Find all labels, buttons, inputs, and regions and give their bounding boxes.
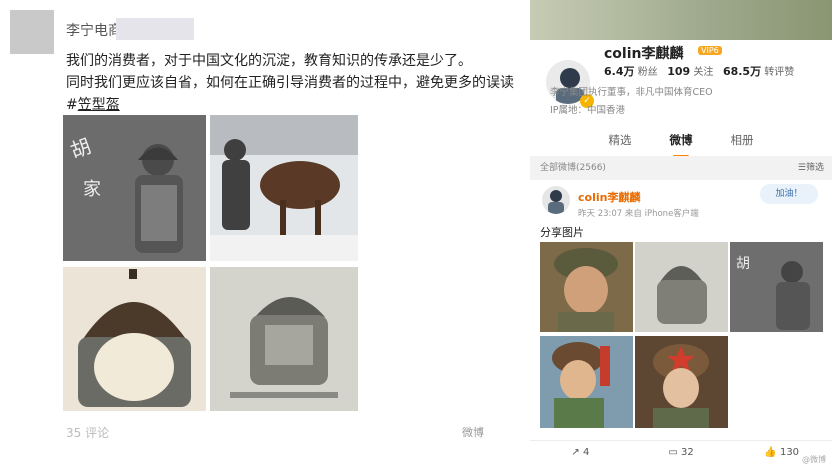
post-line-2: 同时我们更应该自省，如何在正确引导消费者的过程中，避免更多的误读 <box>66 75 514 91</box>
profile-card: ✓ colin李麒麟 VIP6 6.4万 粉丝 109 关注 68.5万 转评赞… <box>530 40 832 160</box>
comment-button[interactable]: ▭ 32 <box>631 441 732 467</box>
tab-weibo[interactable]: 微博 <box>670 126 693 160</box>
share-icon: ↗ <box>571 447 580 458</box>
post-sticker: 加油！ <box>760 184 818 204</box>
post-image-helmet-warrior-2[interactable]: 胡 <box>730 242 823 332</box>
post-image-soldier-smiling[interactable] <box>540 242 633 332</box>
stat-value-following[interactable]: 109 <box>667 65 690 78</box>
weibo-watermark-right: @微博 <box>802 455 826 464</box>
repost-button[interactable]: ↗ 4 <box>530 441 631 467</box>
stat-value-engagement: 68.5万 <box>722 65 762 78</box>
filter-icon: ☰ <box>797 163 806 173</box>
post-image-horse-warrior[interactable] <box>210 115 358 261</box>
post-action-bar: ↗ 4 ▭ 32 👍 130 <box>530 440 832 467</box>
post-image-helmet-warrior-1[interactable]: 胡 家 <box>63 115 206 261</box>
profile-name[interactable]: colin李麒麟 <box>604 43 683 63</box>
hashtag-prefix: # <box>66 97 78 113</box>
weibo-watermark: 微博 <box>462 426 484 439</box>
hashtag-link[interactable]: 笠型盔 <box>78 97 120 113</box>
hashtag-line[interactable]: #笠型盔 <box>66 94 120 114</box>
filter-button[interactable]: ☰筛选 <box>798 160 824 173</box>
post-author-avatar[interactable] <box>542 186 570 214</box>
comment-count[interactable]: 35 评论 <box>66 424 109 441</box>
post-text: 分享图片 <box>540 226 584 239</box>
vip-badge[interactable]: VIP6 <box>698 46 722 55</box>
comment-icon: ▭ <box>668 447 678 458</box>
post-time-source: 昨天 23:07 来自 iPhone客户端 <box>578 209 699 219</box>
profile-banner <box>530 0 832 40</box>
comment-count-right: 32 <box>680 447 694 458</box>
profile-description: 李宁集团执行董事，非凡中国体育CEO <box>550 87 713 98</box>
stat-label-followers: 粉丝 <box>637 67 658 78</box>
profile-ip-location: IP属地：中国香港 <box>550 105 626 116</box>
post-image-soldier-hat[interactable] <box>540 336 633 428</box>
stat-value-followers[interactable]: 6.4万 <box>604 65 635 78</box>
profile-tabs: 精选 微博 相册 <box>530 126 832 160</box>
svg-text:胡: 胡 <box>736 256 750 272</box>
all-posts-bar: 全部微博(2566) ☰筛选 <box>530 156 832 178</box>
stat-label-following: 关注 <box>693 67 714 78</box>
name-redaction <box>116 18 194 40</box>
post-image-mural-sketch[interactable] <box>210 267 358 411</box>
tab-featured[interactable]: 精选 <box>609 126 632 160</box>
right-panel: ✓ colin李麒麟 VIP6 6.4万 粉丝 109 关注 68.5万 转评赞… <box>530 0 832 467</box>
profile-stats: 6.4万 粉丝 109 关注 68.5万 转评赞 <box>604 63 794 79</box>
post-author-name[interactable]: colin李麒麟 <box>578 189 640 205</box>
repost-count: 4 <box>582 447 590 458</box>
author-name[interactable]: 李宁电商 <box>66 20 122 40</box>
stat-label-engagement: 转评赞 <box>764 67 795 78</box>
like-count: 130 <box>779 447 800 458</box>
left-panel: 李宁电商 我们的消费者，对于中国文化的沉淀，教育知识的传承还是少了。 同时我们更… <box>0 0 530 467</box>
post-image-sketch[interactable] <box>635 242 728 332</box>
all-posts-label: 全部微博(2566) <box>540 163 606 173</box>
author-avatar[interactable] <box>10 10 54 54</box>
post-line-1: 我们的消费者，对于中国文化的沉淀，教育知识的传承还是少了。 <box>66 53 472 69</box>
filter-label: 筛选 <box>805 163 824 173</box>
weibo-post-card: colin李麒麟 昨天 23:07 来自 iPhone客户端 加油！ 分享图片 … <box>530 180 832 467</box>
like-icon: 👍 <box>764 447 777 458</box>
post-image-soldier-star[interactable] <box>635 336 728 428</box>
svg-text:家: 家 <box>83 179 101 200</box>
tab-album[interactable]: 相册 <box>731 126 754 160</box>
post-image-helmet-photo[interactable] <box>63 267 206 411</box>
